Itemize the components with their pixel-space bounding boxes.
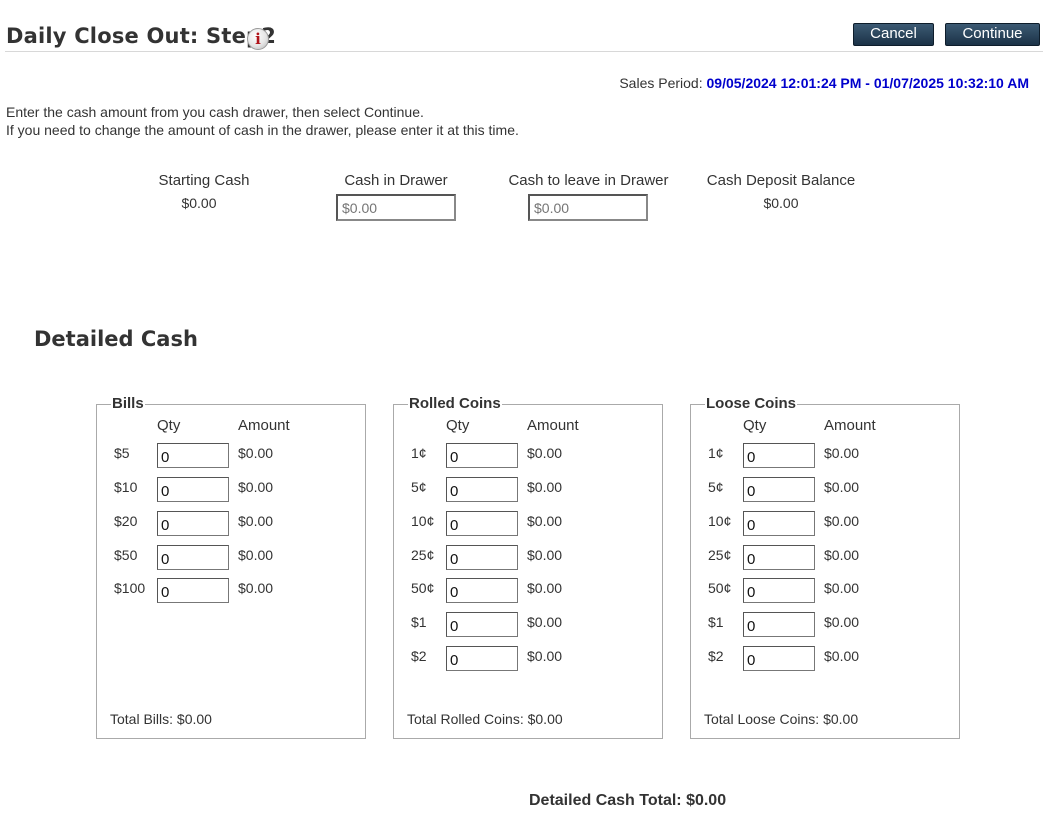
cash-to-leave-input[interactable] — [528, 194, 648, 221]
bill-label: $5 — [114, 445, 130, 461]
starting-cash-value: $0.00 — [181, 195, 217, 211]
bill-qty-input[interactable] — [157, 511, 229, 536]
loose-coin-amount: $0.00 — [824, 580, 860, 596]
rolled-coin-amount: $0.00 — [527, 580, 563, 596]
rolled-coin-qty-input[interactable] — [446, 612, 518, 637]
loose-coin-qty-input[interactable] — [743, 612, 815, 637]
loose-coin-qty-input[interactable] — [743, 545, 815, 570]
sales-period: Sales Period: 09/05/2024 12:01:24 PM - 0… — [619, 75, 1029, 91]
rolled-coin-amount: $0.00 — [527, 648, 563, 664]
rolled-coin-label: 5¢ — [411, 479, 427, 495]
instruction-line-2: If you need to change the amount of cash… — [6, 122, 519, 138]
loose-coin-label: 1¢ — [708, 445, 724, 461]
deposit-balance-label: Cash Deposit Balance — [706, 172, 856, 189]
loose-coin-label: 10¢ — [708, 513, 732, 529]
rolled-coins-legend: Rolled Coins — [408, 395, 502, 413]
bills-panel: Bills Qty Amount $5 $0.00 $10 $0.00 $20 … — [96, 395, 366, 739]
bill-amount: $0.00 — [238, 445, 274, 461]
detailed-cash-total: Detailed Cash Total: $0.00 — [529, 792, 727, 809]
detailed-cash-title: Detailed Cash — [34, 327, 198, 351]
total-loose-coins: Total Loose Coins: $0.00 — [704, 711, 859, 727]
rolled-coin-amount: $0.00 — [527, 513, 563, 529]
amount-header: Amount — [527, 417, 579, 434]
cash-to-leave-label: Cash to leave in Drawer — [508, 172, 669, 189]
info-icon[interactable]: i — [247, 28, 269, 50]
rolled-coin-label: $2 — [411, 648, 427, 664]
loose-coin-label: 50¢ — [708, 580, 732, 596]
total-rolled-coins: Total Rolled Coins: $0.00 — [407, 711, 563, 727]
rolled-coin-amount: $0.00 — [527, 479, 563, 495]
loose-coin-qty-input[interactable] — [743, 646, 815, 671]
loose-coin-amount: $0.00 — [824, 614, 860, 630]
bills-legend: Bills — [111, 395, 145, 413]
qty-header: Qty — [743, 417, 767, 434]
bill-qty-input[interactable] — [157, 545, 229, 570]
rolled-coin-qty-input[interactable] — [446, 646, 518, 671]
bill-label: $20 — [114, 513, 138, 529]
rolled-coin-qty-input[interactable] — [446, 511, 518, 536]
cash-in-drawer-input[interactable] — [336, 194, 456, 221]
rolled-coin-label: 50¢ — [411, 580, 435, 596]
loose-coin-label: 25¢ — [708, 547, 732, 563]
loose-coin-amount: $0.00 — [824, 648, 860, 664]
rolled-coins-panel: Rolled Coins Qty Amount 1¢ $0.00 5¢ $0.0… — [393, 395, 663, 739]
continue-button[interactable]: Continue — [945, 23, 1040, 46]
rolled-coin-qty-input[interactable] — [446, 443, 518, 468]
page-title: Daily Close Out: Step2 — [6, 24, 277, 48]
loose-coin-qty-input[interactable] — [743, 477, 815, 502]
loose-coin-amount: $0.00 — [824, 547, 860, 563]
rolled-coin-label: 10¢ — [411, 513, 435, 529]
qty-header: Qty — [446, 417, 470, 434]
loose-coin-amount: $0.00 — [824, 479, 860, 495]
bill-amount: $0.00 — [238, 513, 274, 529]
amount-header: Amount — [238, 417, 290, 434]
sales-period-label: Sales Period: — [619, 75, 703, 91]
loose-coin-qty-input[interactable] — [743, 578, 815, 603]
bill-amount: $0.00 — [238, 547, 274, 563]
bill-qty-input[interactable] — [157, 443, 229, 468]
bill-label: $10 — [114, 479, 138, 495]
loose-coin-qty-input[interactable] — [743, 511, 815, 536]
cancel-button[interactable]: Cancel — [853, 23, 934, 46]
total-bills: Total Bills: $0.00 — [110, 711, 212, 727]
qty-header: Qty — [157, 417, 181, 434]
rolled-coin-label: 1¢ — [411, 445, 427, 461]
bill-label: $100 — [114, 580, 146, 596]
loose-coin-label: $2 — [708, 648, 724, 664]
rolled-coin-amount: $0.00 — [527, 614, 563, 630]
rolled-coin-amount: $0.00 — [527, 445, 563, 461]
rolled-coin-label: 25¢ — [411, 547, 435, 563]
loose-coin-amount: $0.00 — [824, 513, 860, 529]
cash-in-drawer-label: Cash in Drawer — [344, 172, 448, 189]
bill-amount: $0.00 — [238, 580, 274, 596]
loose-coin-label: $1 — [708, 614, 724, 630]
bill-label: $50 — [114, 547, 138, 563]
sales-period-value: 09/05/2024 12:01:24 PM - 01/07/2025 10:3… — [706, 75, 1029, 91]
deposit-balance-value: $0.00 — [763, 195, 799, 211]
loose-coin-qty-input[interactable] — [743, 443, 815, 468]
loose-coins-legend: Loose Coins — [705, 395, 798, 413]
bill-qty-input[interactable] — [157, 578, 229, 603]
loose-coins-panel: Loose Coins Qty Amount 1¢ $0.00 5¢ $0.00… — [690, 395, 960, 739]
amount-header: Amount — [824, 417, 876, 434]
loose-coin-amount: $0.00 — [824, 445, 860, 461]
loose-coin-label: 5¢ — [708, 479, 724, 495]
rolled-coin-qty-input[interactable] — [446, 578, 518, 603]
header-divider — [5, 51, 1043, 52]
rolled-coin-qty-input[interactable] — [446, 477, 518, 502]
bill-amount: $0.00 — [238, 479, 274, 495]
rolled-coin-amount: $0.00 — [527, 547, 563, 563]
rolled-coin-label: $1 — [411, 614, 427, 630]
starting-cash-label: Starting Cash — [158, 172, 250, 189]
bill-qty-input[interactable] — [157, 477, 229, 502]
instruction-line-1: Enter the cash amount from you cash draw… — [6, 104, 424, 120]
rolled-coin-qty-input[interactable] — [446, 545, 518, 570]
